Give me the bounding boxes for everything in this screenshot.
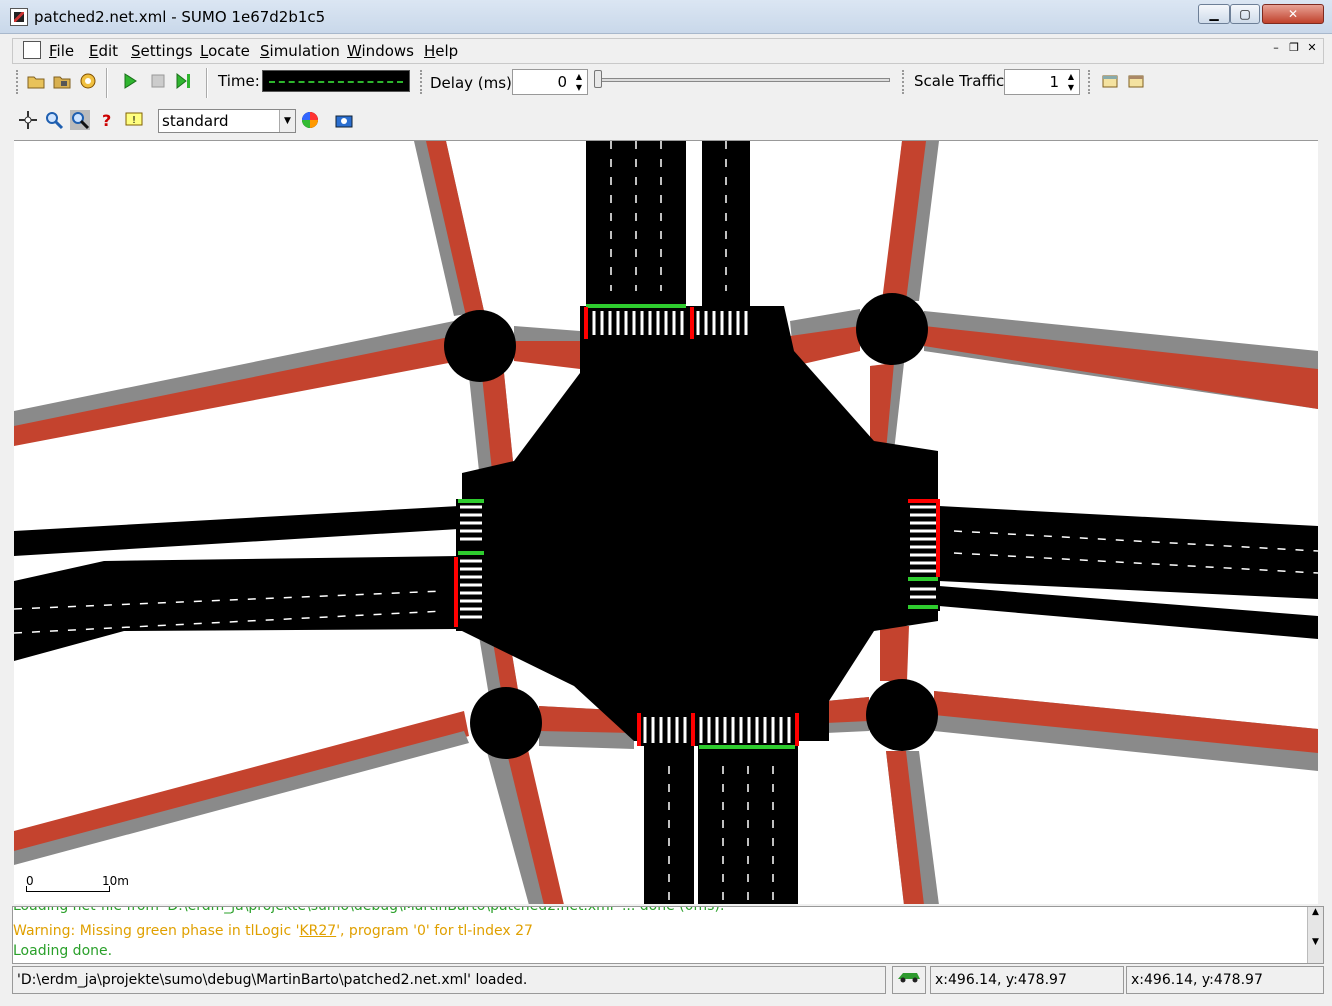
cursor-coordinates: x:496.14, y:478.97 xyxy=(930,966,1124,994)
window-title: patched2.net.xml - SUMO 1e67d2b1c5 xyxy=(34,8,326,26)
car-icon xyxy=(898,973,920,983)
delay-spinner[interactable]: 0 ▲ ▼ xyxy=(512,69,588,95)
scale-bar: 0 10m xyxy=(26,874,129,896)
scale-traffic-label: Scale Traffic: xyxy=(914,72,1010,90)
status-bar: 'D:\erdm_ja\projekte\sumo\debug\MartinBa… xyxy=(0,966,1332,1006)
open-folder-icon[interactable] xyxy=(26,71,46,91)
chevron-down-icon[interactable]: ▼ xyxy=(279,110,295,132)
new-view-icon[interactable] xyxy=(1100,71,1120,91)
close-button[interactable]: ✕ xyxy=(1262,4,1324,24)
sw-approach-road xyxy=(14,636,634,904)
toolbar-grip[interactable] xyxy=(16,70,20,94)
time-display xyxy=(262,70,410,92)
mdi-restore-icon[interactable]: ❐ xyxy=(1287,41,1301,55)
menu-simulation[interactable]: Simulation xyxy=(260,42,340,60)
document-icon[interactable] xyxy=(23,41,41,59)
east-road xyxy=(939,506,1318,639)
road-network[interactable] xyxy=(14,141,1318,904)
nw-approach-road xyxy=(14,141,580,471)
menu-edit[interactable]: Edit xyxy=(89,42,118,60)
mdi-close-icon[interactable]: ✕ xyxy=(1305,41,1319,55)
scale-traffic-spinner[interactable]: 1 ▲ ▼ xyxy=(1004,69,1080,95)
mdi-minimize-icon[interactable]: – xyxy=(1269,41,1283,55)
visualization-settings-icon[interactable] xyxy=(300,110,320,130)
minimize-button[interactable]: ▁ xyxy=(1198,4,1230,24)
svg-text:?: ? xyxy=(102,111,111,130)
delay-slider-thumb[interactable] xyxy=(594,70,602,88)
run-icon[interactable] xyxy=(120,71,140,91)
message-line: Loading net-file from 'D:\erdm_ja\projek… xyxy=(13,906,725,914)
color-scheme-select[interactable]: standard ▼ xyxy=(158,109,296,133)
car-icon[interactable] xyxy=(892,966,926,994)
menu-file[interactable]: File xyxy=(49,42,74,60)
menu-locate[interactable]: Locate xyxy=(200,42,250,60)
time-label: Time: xyxy=(218,72,260,90)
open-network-icon[interactable] xyxy=(52,71,72,91)
tllogic-link[interactable]: KR27 xyxy=(299,923,336,939)
new-3d-view-icon[interactable] xyxy=(1126,71,1146,91)
show-tooltips-icon[interactable]: ? xyxy=(98,110,118,130)
menu-windows[interactable]: Windows xyxy=(347,42,414,60)
title-bar: patched2.net.xml - SUMO 1e67d2b1c5 ▁ ▢ ✕ xyxy=(0,0,1332,34)
message-line: Loading done. xyxy=(13,943,113,959)
locate-junction-icon[interactable] xyxy=(70,110,90,130)
screenshot-camera-icon[interactable] xyxy=(334,110,354,130)
central-junction xyxy=(462,306,938,741)
menu-settings[interactable]: Settings xyxy=(131,42,193,60)
reload-icon[interactable] xyxy=(78,71,98,91)
warning-message: Warning: Missing green phase in tlLogic … xyxy=(13,923,533,939)
edit-viewport-icon[interactable]: ! xyxy=(124,110,144,130)
menu-bar: File Edit Settings Locate Simulation Win… xyxy=(12,38,1324,64)
svg-text:!: ! xyxy=(132,115,136,126)
west-road xyxy=(14,506,459,661)
message-window[interactable]: Loading net-file from 'D:\erdm_ja\projek… xyxy=(12,906,1324,964)
view-toolbar: ? ! standard ▼ xyxy=(12,106,1324,136)
spinner-arrows-icon[interactable]: ▲ ▼ xyxy=(1064,71,1078,93)
maximize-button[interactable]: ▢ xyxy=(1230,4,1260,24)
se-approach-road xyxy=(826,626,1318,904)
geo-coordinates: x:496.14, y:478.97 xyxy=(1126,966,1324,994)
spinner-arrows-icon[interactable]: ▲ ▼ xyxy=(572,71,586,93)
stop-icon[interactable] xyxy=(148,71,168,91)
step-icon[interactable] xyxy=(174,71,194,91)
simulation-toolbar: Time: Delay (ms): 0 ▲ ▼ Scale Traffic: 1 … xyxy=(12,66,1324,98)
status-text: 'D:\erdm_ja\projekte\sumo\debug\MartinBa… xyxy=(12,966,886,994)
network-view[interactable]: 0 10m xyxy=(14,140,1318,904)
ne-approach-road xyxy=(790,141,1318,451)
zoom-icon[interactable] xyxy=(44,110,64,130)
menu-help[interactable]: Help xyxy=(424,42,458,60)
delay-label: Delay (ms): xyxy=(430,74,517,92)
sumo-app-icon[interactable] xyxy=(10,8,28,26)
delay-slider[interactable] xyxy=(594,78,890,82)
recenter-view-icon[interactable] xyxy=(18,110,38,130)
message-scrollbar[interactable]: ▲ ▼ xyxy=(1307,907,1323,963)
south-road xyxy=(644,746,798,904)
